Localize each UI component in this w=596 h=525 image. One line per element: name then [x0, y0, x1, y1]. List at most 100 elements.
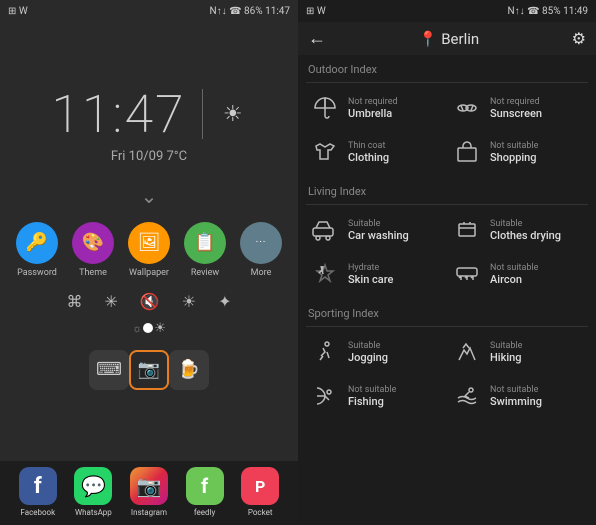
right-status-bar: ⊞ W N↑↓ ☎ 85% 11:49: [298, 0, 596, 22]
hiking-status: Suitable: [490, 341, 522, 351]
swimming-status: Not suitable: [490, 385, 542, 395]
toggle-row: ⌘ ✳ 🔇 ☀ ✦: [56, 292, 241, 311]
living-item-skincare: Hydrate Skin care: [306, 253, 446, 295]
outdoor-index-grid: Not required Umbrella Not required Sunsc…: [306, 87, 588, 173]
clock-divider: [202, 89, 203, 139]
living-item-aircon: Not suitable Aircon: [448, 253, 588, 295]
brightness-low-icon: ☼: [132, 322, 142, 335]
clock-area: 11:47 ☀: [51, 84, 246, 145]
clothes-drying-name: Clothes drying: [490, 229, 561, 242]
aircon-name: Aircon: [490, 273, 538, 286]
brightness-thumb: [143, 323, 153, 333]
volume-icon[interactable]: 🔇: [140, 292, 160, 311]
app-whatsapp[interactable]: 💬 WhatsApp: [74, 467, 112, 517]
sunscreen-name: Sunscreen: [490, 107, 542, 120]
wifi-icon[interactable]: ⌘: [66, 292, 82, 311]
lock-screen-content: 11:47 ☀ Fri 10/09 7°C ⌄ 🔑 Password 🎨 The…: [0, 22, 298, 461]
skincare-icon: [310, 259, 340, 289]
clothing-text: Thin coat Clothing: [348, 141, 389, 164]
app-feedly[interactable]: f feedly: [186, 467, 224, 517]
clothing-status: Thin coat: [348, 141, 389, 151]
quick-action-review[interactable]: 📋 Review: [184, 222, 226, 278]
quick-action-more[interactable]: ··· More: [240, 222, 282, 278]
city-display: 📍 Berlin: [419, 30, 480, 48]
clothing-name: Clothing: [348, 151, 389, 164]
app-instagram[interactable]: 📷 Instagram: [130, 467, 168, 517]
outdoor-item-sunscreen: Not required Sunscreen: [448, 87, 588, 129]
brightness-icon[interactable]: ☀: [182, 292, 196, 311]
instagram-icon: 📷: [130, 467, 168, 505]
pocket-icon: P: [241, 467, 279, 505]
sunscreen-icon: [452, 93, 482, 123]
quick-action-wallpaper[interactable]: 🖼 Wallpaper: [128, 222, 170, 278]
quick-actions-row: 🔑 Password 🎨 Theme 🖼 Wallpaper 📋 Review …: [16, 222, 282, 278]
shopping-icon: [452, 137, 482, 167]
app-facebook[interactable]: f Facebook: [19, 467, 57, 517]
app-pocket[interactable]: P Pocket: [241, 467, 279, 517]
swimming-icon: [452, 381, 482, 411]
shopping-text: Not suitable Shopping: [490, 141, 538, 164]
clothes-drying-text: Suitable Clothes drying: [490, 219, 561, 242]
left-panel: ⊞ W N↑↓ ☎ 86% 11:47 11:47 ☀ Fri 10/09 7°…: [0, 0, 298, 525]
sunscreen-text: Not required Sunscreen: [490, 97, 542, 120]
outdoor-item-clothing: Thin coat Clothing: [306, 131, 446, 173]
bt-icon[interactable]: ✦: [218, 292, 231, 311]
quick-action-password[interactable]: 🔑 Password: [16, 222, 58, 278]
jogging-text: Suitable Jogging: [348, 341, 388, 364]
city-name: Berlin: [441, 30, 479, 48]
clothes-drying-icon: [452, 215, 482, 245]
carwash-status: Suitable: [348, 219, 409, 229]
back-button[interactable]: ←: [308, 28, 326, 49]
carwash-name: Car washing: [348, 229, 409, 242]
quick-action-theme[interactable]: 🎨 Theme: [72, 222, 114, 278]
pocket-label: Pocket: [248, 508, 273, 517]
living-index-title: Living Index: [306, 177, 588, 205]
chevron-down-icon: ⌄: [141, 184, 158, 208]
bottom-icons-row: ⌨ 📷 🍺: [69, 350, 229, 390]
left-status-right-icons: N↑↓ ☎ 86% 11:47: [210, 6, 291, 17]
right-header: ← 📍 Berlin ⚙: [298, 22, 596, 55]
wallpaper-icon-circle: 🖼: [128, 222, 170, 264]
password-icon-circle: 🔑: [16, 222, 58, 264]
clock-display: 11:47: [51, 84, 185, 145]
clock-weather: ☀: [219, 100, 247, 128]
camera-button[interactable]: 📷: [129, 350, 169, 390]
clothing-icon: [310, 137, 340, 167]
outdoor-item-umbrella: Not required Umbrella: [306, 87, 446, 129]
whatsapp-icon: 💬: [74, 467, 112, 505]
more-icon-circle: ···: [240, 222, 282, 264]
living-index-grid: Suitable Car washing Suitable Clothes dr…: [306, 209, 588, 295]
theme-icon-circle: 🎨: [72, 222, 114, 264]
sporting-item-fishing: Not suitable Fishing: [306, 375, 446, 417]
wallpaper-label: Wallpaper: [129, 268, 169, 278]
shopping-name: Shopping: [490, 151, 538, 164]
facebook-icon: f: [19, 467, 57, 505]
location-pin-icon: 📍: [419, 30, 438, 48]
right-status-left: ⊞ W: [306, 6, 326, 17]
skincare-text: Hydrate Skin care: [348, 263, 393, 286]
keyboard-button[interactable]: ⌨: [89, 350, 129, 390]
left-status-left-icons: ⊞ W: [8, 6, 28, 17]
skincare-name: Skin care: [348, 273, 393, 286]
whatsapp-label: WhatsApp: [75, 508, 112, 517]
review-icon-circle: 📋: [184, 222, 226, 264]
living-item-clothes-drying: Suitable Clothes drying: [448, 209, 588, 251]
brightness-high-icon: ☀: [154, 321, 166, 336]
hiking-name: Hiking: [490, 351, 522, 364]
sporting-item-jogging: Suitable Jogging: [306, 331, 446, 373]
instagram-label: Instagram: [131, 508, 167, 517]
jogging-icon: [310, 337, 340, 367]
settings-button[interactable]: ⚙: [572, 29, 586, 48]
filter-button[interactable]: 🍺: [169, 350, 209, 390]
clothes-drying-status: Suitable: [490, 219, 561, 229]
living-item-carwash: Suitable Car washing: [306, 209, 446, 251]
aircon-icon: [452, 259, 482, 289]
brightness-row: ☼ ☀: [118, 321, 180, 336]
bluetooth-icon[interactable]: ✳: [104, 292, 117, 311]
date-temp-display: Fri 10/09 7°C: [111, 149, 187, 164]
fishing-name: Fishing: [348, 395, 396, 408]
more-label: More: [251, 268, 272, 278]
aircon-status: Not suitable: [490, 263, 538, 273]
app-dock: f Facebook 💬 WhatsApp 📷 Instagram f feed…: [0, 461, 298, 525]
hiking-text: Suitable Hiking: [490, 341, 522, 364]
